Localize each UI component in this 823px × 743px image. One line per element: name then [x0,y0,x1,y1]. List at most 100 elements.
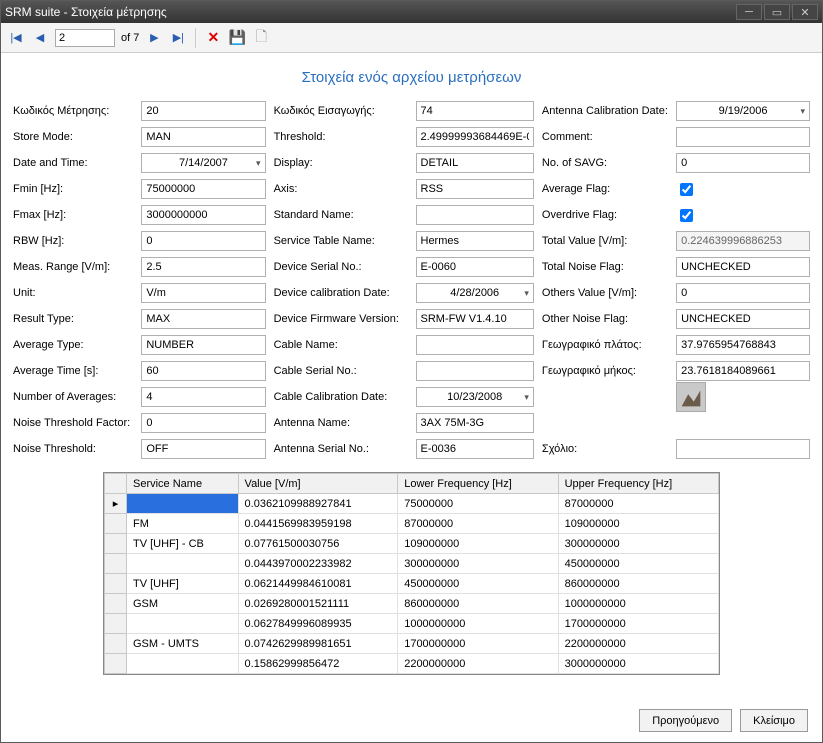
device-firmware-input[interactable] [416,309,534,329]
nav-position-input[interactable] [55,29,115,47]
cell-service-name[interactable] [127,494,239,514]
comment-input[interactable] [676,127,810,147]
cell-lower-freq[interactable]: 1000000000 [398,614,558,634]
cell-value[interactable]: 0.0742629989981651 [238,634,398,654]
total-noise-flag-input[interactable] [676,257,810,277]
col-lower-freq[interactable]: Lower Frequency [Hz] [398,474,558,494]
row-indicator[interactable] [105,554,127,574]
cell-upper-freq[interactable]: 450000000 [558,554,718,574]
cell-upper-freq[interactable]: 860000000 [558,574,718,594]
delete-icon[interactable]: ✕ [204,29,222,47]
table-row[interactable]: GSM - UMTS0.0742629989981651170000000022… [105,634,719,654]
row-indicator[interactable] [105,514,127,534]
antenna-calib-date-select[interactable]: 9/19/2006 [676,101,810,121]
others-value-input[interactable] [676,283,810,303]
noise-thresh-factor-input[interactable] [141,413,265,433]
table-row[interactable]: GSM0.02692800015211118600000001000000000 [105,594,719,614]
cell-value[interactable]: 0.0362109988927841 [238,494,398,514]
axis-input[interactable] [416,179,534,199]
cell-lower-freq[interactable]: 860000000 [398,594,558,614]
cell-lower-freq[interactable]: 450000000 [398,574,558,594]
average-time-input[interactable] [141,361,265,381]
col-value[interactable]: Value [V/m] [238,474,398,494]
cell-lower-freq[interactable]: 75000000 [398,494,558,514]
fmin-input[interactable] [141,179,265,199]
row-indicator[interactable] [105,614,127,634]
cell-value[interactable]: 0.0441569983959198 [238,514,398,534]
table-row[interactable]: ▸ 0.03621099889278417500000087000000 [105,494,719,514]
cell-upper-freq[interactable]: 3000000000 [558,654,718,674]
cell-service-name[interactable] [127,614,239,634]
row-indicator[interactable] [105,654,127,674]
code-import-input[interactable] [416,101,534,121]
col-upper-freq[interactable]: Upper Frequency [Hz] [558,474,718,494]
previous-button[interactable]: Προηγούμενο [639,709,732,732]
table-row[interactable]: FM0.044156998395919887000000109000000 [105,514,719,534]
meas-range-input[interactable] [141,257,265,277]
sxolio-input[interactable] [676,439,810,459]
device-calib-date-select[interactable]: 4/28/2006 [416,283,534,303]
average-type-input[interactable] [141,335,265,355]
overdrive-flag-checkbox[interactable] [680,209,693,222]
code-measurement-input[interactable] [141,101,265,121]
antenna-serial-input[interactable] [416,439,534,459]
cable-calib-date-select[interactable]: 10/23/2008 [416,387,534,407]
maximize-button[interactable]: ▭ [764,4,790,20]
cell-value[interactable]: 0.0627849996089935 [238,614,398,634]
average-flag-checkbox[interactable] [680,183,693,196]
nav-last-icon[interactable]: ▶| [169,29,187,47]
row-indicator[interactable] [105,634,127,654]
cell-upper-freq[interactable]: 2200000000 [558,634,718,654]
cell-service-name[interactable]: FM [127,514,239,534]
unit-input[interactable] [141,283,265,303]
cell-upper-freq[interactable]: 109000000 [558,514,718,534]
fmax-input[interactable] [141,205,265,225]
cable-serial-input[interactable] [416,361,534,381]
nav-next-icon[interactable]: ▶ [145,29,163,47]
store-mode-input[interactable] [141,127,265,147]
table-row[interactable]: TV [UHF] - CB0.0776150003075610900000030… [105,534,719,554]
device-serial-input[interactable] [416,257,534,277]
cell-lower-freq[interactable]: 2200000000 [398,654,558,674]
service-table-name-input[interactable] [416,231,534,251]
cell-service-name[interactable]: GSM - UMTS [127,634,239,654]
rbw-input[interactable] [141,231,265,251]
minimize-button[interactable]: ─ [736,4,762,20]
table-row[interactable]: 0.0443970002233982300000000450000000 [105,554,719,574]
no-savg-input[interactable] [676,153,810,173]
standard-name-input[interactable] [416,205,534,225]
table-row[interactable]: 0.062784999608993510000000001700000000 [105,614,719,634]
display-input[interactable] [416,153,534,173]
cell-value[interactable]: 0.07761500030756 [238,534,398,554]
geo-lon-input[interactable] [676,361,810,381]
cell-value[interactable]: 0.0269280001521111 [238,594,398,614]
result-type-input[interactable] [141,309,265,329]
nav-prev-icon[interactable]: ◀ [31,29,49,47]
datagrid[interactable]: Service Name Value [V/m] Lower Frequency… [103,472,720,675]
cell-upper-freq[interactable]: 87000000 [558,494,718,514]
row-indicator[interactable]: ▸ [105,494,127,514]
cell-lower-freq[interactable]: 87000000 [398,514,558,534]
threshold-input[interactable] [416,127,534,147]
row-indicator[interactable] [105,594,127,614]
close-button[interactable]: Κλείσιμο [740,709,808,732]
col-service-name[interactable]: Service Name [127,474,239,494]
row-indicator[interactable] [105,534,127,554]
date-time-select[interactable]: 7/14/2007 [141,153,265,173]
table-row[interactable]: TV [UHF]0.062144998461008145000000086000… [105,574,719,594]
table-row[interactable]: 0.1586299985647222000000003000000000 [105,654,719,674]
cell-service-name[interactable]: TV [UHF] - CB [127,534,239,554]
cell-value[interactable]: 0.0443970002233982 [238,554,398,574]
cell-upper-freq[interactable]: 300000000 [558,534,718,554]
antenna-name-input[interactable] [416,413,534,433]
cell-lower-freq[interactable]: 300000000 [398,554,558,574]
cell-upper-freq[interactable]: 1000000000 [558,594,718,614]
close-window-button[interactable]: ✕ [792,4,818,20]
thumbnail-image[interactable] [676,382,706,412]
nav-first-icon[interactable]: |◀ [7,29,25,47]
cell-value[interactable]: 0.0621449984610081 [238,574,398,594]
new-icon[interactable]: 🗋 [252,29,270,47]
cell-service-name[interactable]: TV [UHF] [127,574,239,594]
cell-service-name[interactable] [127,554,239,574]
row-indicator[interactable] [105,574,127,594]
